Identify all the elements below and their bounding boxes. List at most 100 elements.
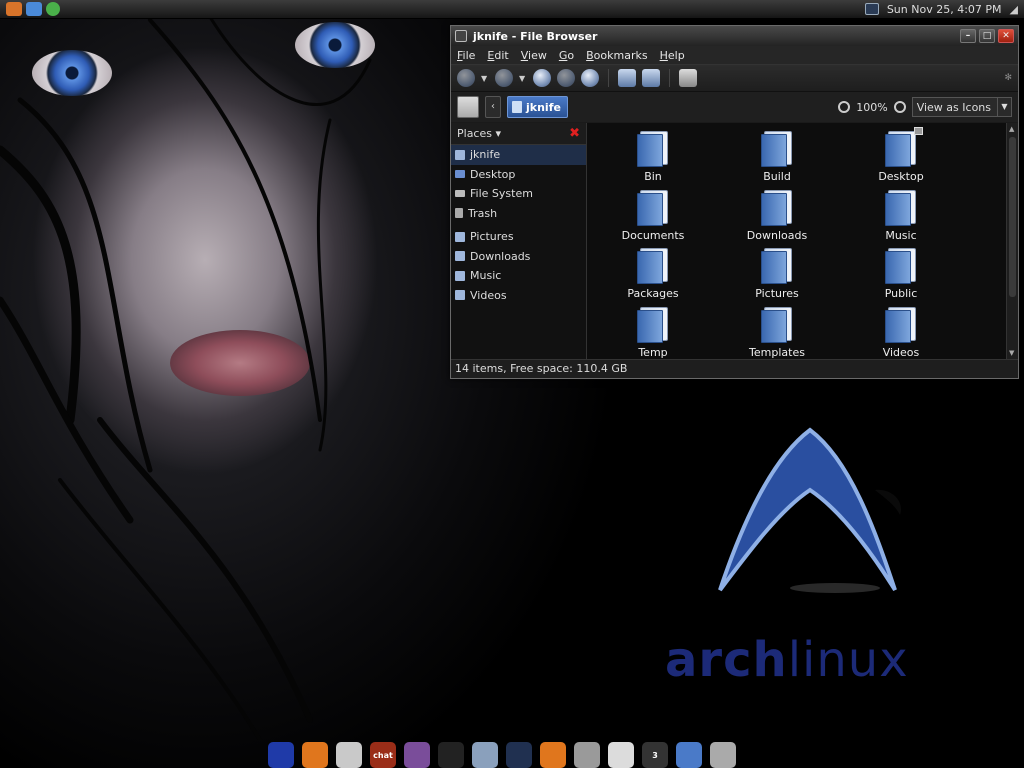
folder-icon [761,306,793,343]
network-status-icon[interactable] [864,3,879,15]
path-crumb-button[interactable]: jknife [507,96,568,118]
trash-icon[interactable] [710,742,736,768]
terminal-icon[interactable] [506,742,532,768]
menu-edit[interactable]: Edit [487,49,508,62]
file-item-bin[interactable]: Bin [591,131,715,190]
menu-file[interactable]: File [457,49,475,62]
firefox-icon[interactable] [302,742,328,768]
panel-clock[interactable]: Sun Nov 25, 4:07 PM [887,3,1002,16]
folder-icon [637,306,669,343]
file-item-videos[interactable]: Videos [839,306,963,366]
workspace-icon[interactable]: 3 [642,742,668,768]
window-menu-icon[interactable] [455,30,467,42]
folder-icon [885,306,917,343]
sidebar-item-filesystem[interactable]: File System [451,184,586,204]
up-button[interactable] [533,69,551,87]
folder-icon [455,251,465,262]
network-launcher-icon[interactable] [46,2,60,16]
stop-button[interactable] [557,69,575,87]
maximize-button[interactable]: □ [979,29,995,43]
sidebar-item-trash[interactable]: Trash [451,204,586,224]
clock-app-icon[interactable] [336,742,362,768]
monitor-icon[interactable] [676,742,702,768]
file-item-build[interactable]: Build [715,131,839,190]
icon-view[interactable]: Bin Build Desktop Documents Downloads Mu… [587,123,1018,359]
main-toolbar: ▼ ▼ ✻ [451,64,1018,92]
file-item-desktop[interactable]: Desktop [839,127,963,190]
zoom-level[interactable]: 100% [856,101,887,114]
view-mode-select[interactable]: View as Icons ▼ [911,97,1012,117]
a-app-icon[interactable] [438,742,464,768]
forward-history-dropdown[interactable]: ▼ [519,74,527,83]
file-item-templates[interactable]: Templates [715,306,839,366]
file-item-public[interactable]: Public [839,248,963,307]
window-titlebar[interactable]: jknife - File Browser – □ ✕ [451,26,1018,46]
folder-icon [761,248,793,284]
location-bar: ‹ jknife 100% View as Icons ▼ [451,92,1018,122]
sidebar-item-home[interactable]: jknife [451,145,586,165]
scroll-down-arrow-icon[interactable]: ▼ [1009,349,1014,357]
panel-launchers [6,2,60,16]
status-bar: 14 items, Free space: 110.4 GB [451,359,1018,378]
chat-icon[interactable]: chat [370,742,396,768]
crumb-scroll-left-button[interactable]: ‹ [485,96,501,118]
sidebar-item-videos[interactable]: Videos [451,286,586,306]
file-item-downloads[interactable]: Downloads [715,189,839,249]
file-item-temp[interactable]: Temp [591,306,715,366]
toggle-location-entry-button[interactable] [457,96,479,118]
sidebar-item-music[interactable]: Music [451,266,586,286]
file-item-documents[interactable]: Documents [591,189,715,249]
back-button[interactable] [457,69,475,87]
browser-content: Places ▾ ✖ jknife Desktop File System Tr… [451,123,1018,359]
sidebar-type-select[interactable]: Places ▾ [457,127,501,140]
folder-icon [637,189,669,226]
folder-icon [637,131,669,167]
menu-go[interactable]: Go [559,49,574,62]
home-button[interactable] [618,69,636,87]
home-folder-icon [512,101,522,113]
arch-icon[interactable] [268,742,294,768]
forward-button[interactable] [495,69,513,87]
view-mode-label: View as Icons [916,100,991,114]
places-sidebar: Places ▾ ✖ jknife Desktop File System Tr… [451,123,587,359]
menu-help[interactable]: Help [660,49,685,62]
arch-logo-icon [718,427,901,593]
folder-icon [885,189,917,226]
sidebar-item-downloads[interactable]: Downloads [451,247,586,267]
file-grid: Bin Build Desktop Documents Downloads Mu… [587,123,1018,365]
sidebar-item-desktop[interactable]: Desktop [451,165,586,185]
search-button[interactable] [679,69,697,87]
minimize-button[interactable]: – [960,29,976,43]
folder-icon [761,131,793,167]
close-button[interactable]: ✕ [998,29,1014,43]
reload-button[interactable] [581,69,599,87]
weather-icon[interactable]: 44° [608,742,634,768]
scrollbar-thumb[interactable] [1009,137,1016,297]
back-history-dropdown[interactable]: ▼ [481,74,489,83]
pidgin-icon[interactable] [404,742,430,768]
file-item-music[interactable]: Music [839,189,963,249]
close-sidebar-icon[interactable]: ✖ [569,126,580,141]
firefox-2-icon[interactable] [540,742,566,768]
folder-icon [455,270,465,281]
folder-icon [455,231,465,242]
menu-view[interactable]: View [521,49,547,62]
file-item-packages[interactable]: Packages [591,248,715,307]
zoom-out-icon[interactable] [838,101,851,113]
server-icon[interactable] [574,742,600,768]
system-tray: Sun Nov 25, 4:07 PM ◢ [864,3,1018,16]
vertical-scrollbar[interactable]: ▲ ▼ [1006,123,1018,359]
files-icon[interactable] [472,742,498,768]
chat-launcher-icon[interactable] [6,2,22,16]
scroll-up-arrow-icon[interactable]: ▲ [1009,125,1014,133]
zoom-in-icon[interactable] [893,101,906,113]
window-title: jknife - File Browser [473,29,598,43]
sidebar-item-pictures[interactable]: Pictures [451,227,586,247]
file-manager-launcher-icon[interactable] [26,2,42,16]
file-item-pictures[interactable]: Pictures [715,248,839,307]
volume-icon[interactable]: ◢ [1010,3,1018,16]
folder-icon [885,127,923,167]
toolbar-separator [669,69,670,87]
computer-button[interactable] [642,69,660,87]
menu-bookmarks[interactable]: Bookmarks [586,49,647,62]
